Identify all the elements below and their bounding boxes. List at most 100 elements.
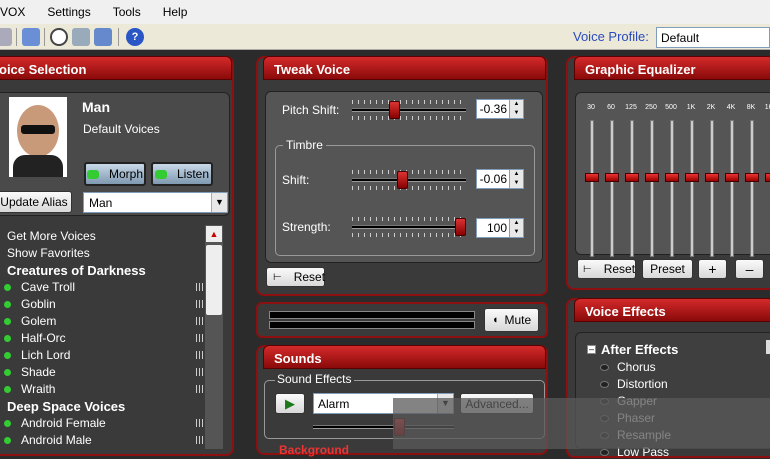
eq-band-slider[interactable] xyxy=(670,120,674,257)
eq-add-button[interactable]: + xyxy=(698,259,727,279)
voice-item[interactable]: Lich Lord xyxy=(4,348,204,362)
timbre-shift-value: -0.06 xyxy=(479,172,507,186)
sounds-title: Sounds xyxy=(263,345,546,369)
effect-toggle-icon[interactable] xyxy=(600,364,609,372)
pitch-shift-slider[interactable] xyxy=(352,100,466,120)
eq-band-slider[interactable] xyxy=(590,120,594,257)
tweak-reset-button[interactable]: ⊢ Reset xyxy=(266,267,325,287)
eq-band-thumb[interactable] xyxy=(765,173,770,182)
pitch-shift-label: Pitch Shift: xyxy=(282,103,340,117)
eq-band-thumb[interactable] xyxy=(605,173,619,182)
timbre-shift-spinner[interactable]: -0.06 ▲ ▼ xyxy=(476,169,524,189)
eq-band-thumb[interactable] xyxy=(685,173,699,182)
voice-list-link[interactable]: Get More Voices xyxy=(7,229,205,243)
chart-icon[interactable] xyxy=(94,28,112,46)
voice-item[interactable]: Shade xyxy=(4,365,204,379)
eq-preset-button[interactable]: Preset xyxy=(642,259,693,279)
alias-select[interactable]: Man ▼ xyxy=(83,192,228,213)
eq-band-thumb[interactable] xyxy=(705,173,719,182)
pitch-shift-value: -0.36 xyxy=(479,102,507,116)
route-icon[interactable] xyxy=(22,28,40,46)
speaker-icon: ◖ xyxy=(491,314,499,326)
effects-scrollbar[interactable] xyxy=(766,340,770,354)
scroll-up-icon[interactable]: ▲ xyxy=(206,226,222,242)
menu-help[interactable]: Help xyxy=(152,5,199,19)
voice-item[interactable]: Android Male xyxy=(4,433,204,447)
voice-status-icon xyxy=(4,369,11,377)
morph-button[interactable]: Morph xyxy=(84,162,146,186)
eq-band-thumb[interactable] xyxy=(745,173,759,182)
mute-button[interactable]: ◖ Mute xyxy=(484,308,539,332)
strength-slider[interactable] xyxy=(352,217,466,237)
collapse-icon[interactable]: – xyxy=(587,345,596,354)
chevron-down-icon[interactable]: ▼ xyxy=(211,193,227,212)
voice-effects-title: Voice Effects xyxy=(574,298,770,322)
spin-arrows-icon[interactable]: ▲ ▼ xyxy=(509,100,523,118)
level-meter-right xyxy=(269,321,475,329)
effect-toggle-icon[interactable] xyxy=(600,449,609,457)
eq-band-label: 2K xyxy=(706,104,716,111)
voice-effect-item[interactable]: Distortion xyxy=(600,377,668,391)
strength-thumb[interactable] xyxy=(455,218,466,236)
menu-settings[interactable]: Settings xyxy=(36,5,101,19)
eq-band-thumb[interactable] xyxy=(625,173,639,182)
timer-icon[interactable] xyxy=(50,28,68,46)
pitch-shift-spinner[interactable]: -0.36 ▲ ▼ xyxy=(476,99,524,119)
equalizer-title: Graphic Equalizer xyxy=(574,56,770,80)
eq-band-thumb[interactable] xyxy=(725,173,739,182)
eq-band-slider[interactable] xyxy=(650,120,654,257)
help-icon[interactable]: ? xyxy=(126,28,144,46)
spin-arrows-icon[interactable]: ▲ ▼ xyxy=(509,219,523,237)
eq-band-slider[interactable] xyxy=(730,120,734,257)
eq-band-label: 1K xyxy=(686,104,696,111)
listen-button[interactable]: Listen xyxy=(151,162,213,186)
voice-list-link-label: Get More Voices xyxy=(7,229,96,243)
voice-item[interactable]: Goblin xyxy=(4,297,204,311)
voice-item[interactable]: Android Female xyxy=(4,416,204,430)
eq-reset-button[interactable]: ⊢ Reset xyxy=(577,259,636,279)
menu-app[interactable]: rVOX xyxy=(0,5,36,19)
voice-item[interactable]: Golem xyxy=(4,314,204,328)
voice-item[interactable]: Cave Troll xyxy=(4,280,204,294)
voice-list-link[interactable]: Show Favorites xyxy=(7,246,205,260)
morph-led-icon xyxy=(86,169,99,179)
after-effects-group[interactable]: After Effects xyxy=(601,342,678,357)
update-alias-button[interactable]: Update Alias xyxy=(0,191,72,213)
timbre-shift-thumb[interactable] xyxy=(397,171,408,189)
voice-category[interactable]: Deep Space Voices xyxy=(7,399,205,414)
current-voice-group: Default Voices xyxy=(83,122,160,136)
eq-band-label: 8K xyxy=(746,104,756,111)
toolbar-separator xyxy=(44,28,45,46)
voice-effect-item[interactable]: Chorus xyxy=(600,360,656,374)
scrollbar-thumb[interactable] xyxy=(206,245,222,315)
voice-profile-select[interactable]: Default xyxy=(656,27,770,48)
timbre-shift-slider[interactable] xyxy=(352,170,466,190)
effect-toggle-icon[interactable] xyxy=(600,381,609,389)
voice-item-label: Android Female xyxy=(21,416,106,430)
eq-band-slider[interactable] xyxy=(610,120,614,257)
eq-band-thumb[interactable] xyxy=(665,173,679,182)
voice-list-scrollbar[interactable]: ▲ xyxy=(205,225,223,449)
spin-arrows-icon[interactable]: ▲ ▼ xyxy=(509,170,523,188)
voice-item-label: Cave Troll xyxy=(21,280,76,294)
voice-status-icon xyxy=(4,284,11,292)
play-button[interactable]: ▶ xyxy=(275,393,305,414)
menu-tools[interactable]: Tools xyxy=(102,5,152,19)
eq-band-slider[interactable] xyxy=(750,120,754,257)
voice-item[interactable]: Wraith xyxy=(4,382,204,396)
timbre-label: Timbre xyxy=(283,138,326,152)
strength-spinner[interactable]: 100 ▲ ▼ xyxy=(476,218,524,238)
eq-band-thumb[interactable] xyxy=(645,173,659,182)
voice-category[interactable]: Creatures of Darkness xyxy=(7,263,205,278)
pitch-shift-thumb[interactable] xyxy=(389,101,400,119)
voice-list: Get More Voices Show Favorites Creatures o… xyxy=(0,222,205,449)
eq-band-slider[interactable] xyxy=(710,120,714,257)
eq-band-slider[interactable] xyxy=(690,120,694,257)
eq-band-slider[interactable] xyxy=(630,120,634,257)
voice-item[interactable]: Half-Orc xyxy=(4,331,204,345)
eq-remove-button[interactable]: – xyxy=(735,259,764,279)
eq-band-thumb[interactable] xyxy=(585,173,599,182)
waveform-icon[interactable] xyxy=(72,28,90,46)
voice-effect-label: Distortion xyxy=(617,377,668,391)
microphone-icon[interactable] xyxy=(0,28,12,46)
